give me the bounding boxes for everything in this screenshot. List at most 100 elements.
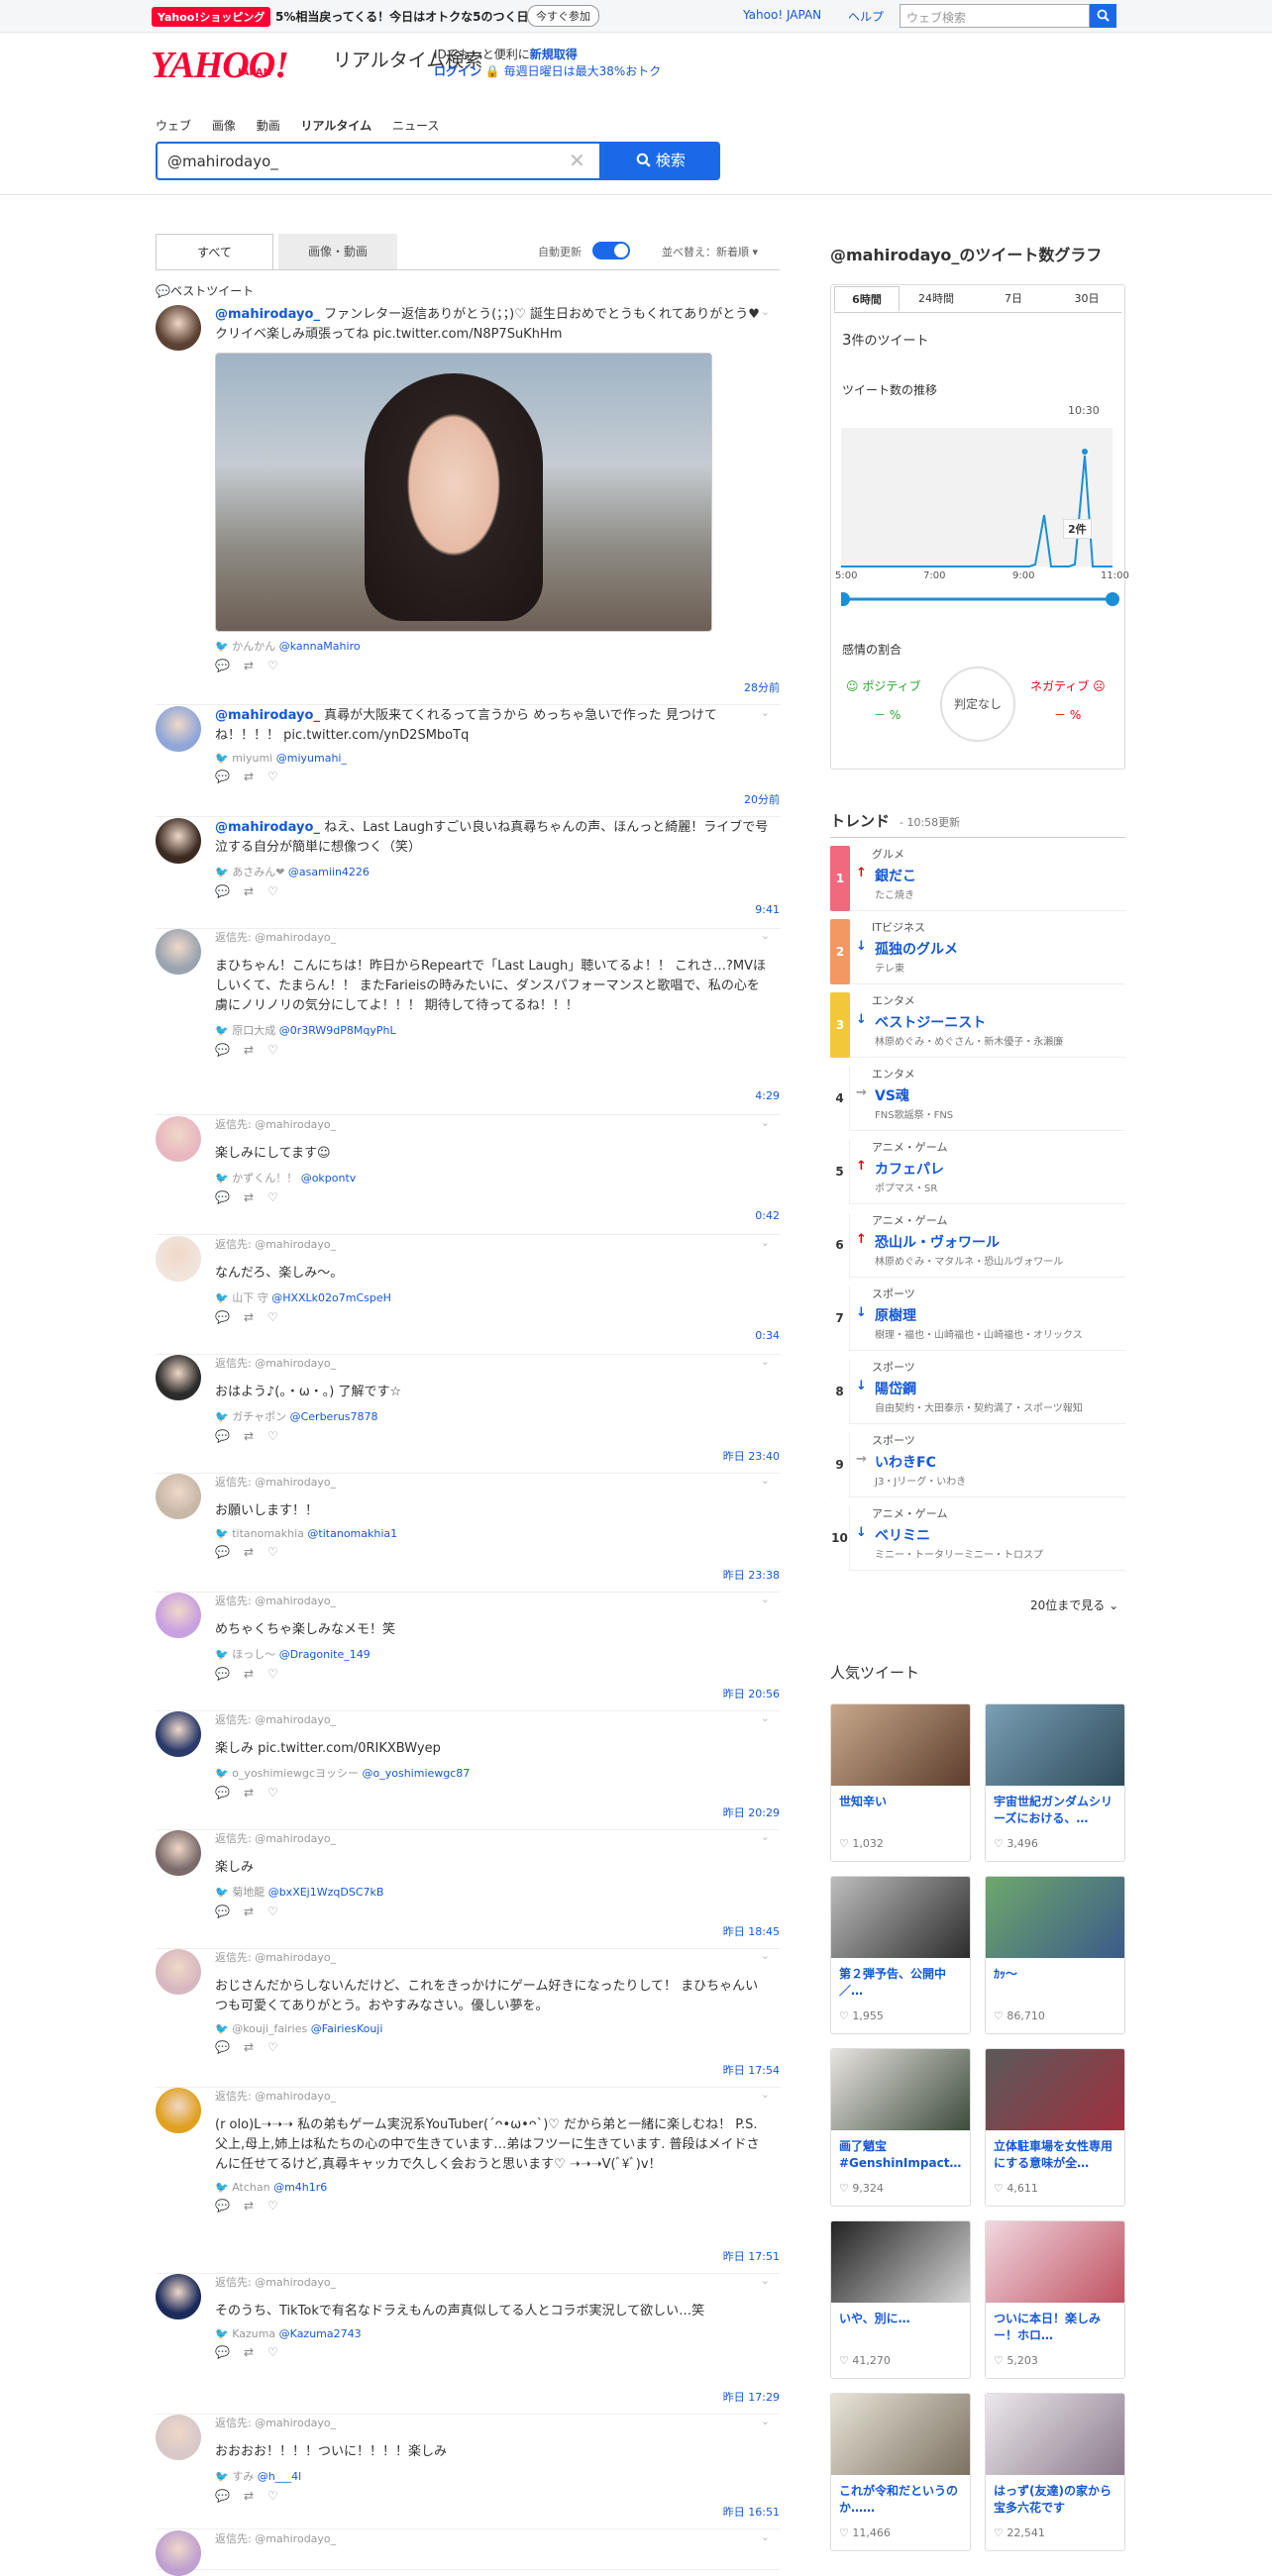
like-icon[interactable]: ♡ [267, 1190, 292, 1204]
tweet-time[interactable]: 9:41 [755, 903, 780, 916]
tweet-time[interactable]: 昨日 23:40 [723, 1448, 780, 1464]
chevron-down-icon[interactable]: ⌄ [761, 1593, 770, 1605]
tweet-time[interactable]: 昨日 20:29 [723, 1804, 780, 1820]
trend-name[interactable]: ベリミニ [875, 1525, 930, 1545]
author-handle[interactable]: @o_yoshimiewgc87 [363, 1767, 471, 1780]
tweet-time[interactable]: 20分前 [744, 791, 780, 807]
tweet-item[interactable]: @mahirodayo_ ねえ、Last Laughすごい良いね真尋ちゃんの声、… [156, 818, 780, 929]
reply-to[interactable]: 返信先: @mahirodayo_ [215, 2088, 770, 2104]
author-handle[interactable]: @miyumahi_ [276, 752, 347, 765]
author-handle[interactable]: @okpontv [301, 1172, 357, 1185]
like-icon[interactable]: ♡ [267, 2040, 292, 2054]
trend-name[interactable]: 原樹理 [875, 1305, 916, 1325]
tab-video[interactable]: 動画 [257, 119, 280, 133]
reply-icon[interactable]: 💬 [215, 770, 244, 783]
chevron-down-icon[interactable]: ⌄ [761, 2274, 770, 2287]
tweet-item[interactable]: 返信先: @mahirodayo_ なんだろ、楽しみ〜。 🐦 山下 守 @HXXLk… [156, 1236, 780, 1355]
retweet-icon[interactable]: ⇄ [244, 1429, 267, 1443]
tweet-item[interactable]: 返信先: @mahirodayo_ お願いします！！ 🐦 titanomakhia … [156, 1474, 780, 1593]
trend-item[interactable]: 7 スポーツ ↓ 原樹理 樹理・福也・山崎福也・山崎福也・オリックス [830, 1278, 1125, 1351]
tweet-time[interactable]: 0:42 [755, 1209, 780, 1222]
author-name[interactable]: miyumi [232, 752, 276, 765]
avatar[interactable] [156, 305, 201, 351]
reply-icon[interactable]: 💬 [215, 1190, 244, 1204]
reply-to[interactable]: 返信先: @mahirodayo_ [215, 1474, 770, 1490]
mention-link[interactable]: @mahirodayo_ [215, 820, 320, 835]
like-icon[interactable]: ♡ [267, 2199, 292, 2213]
reply-to[interactable]: 返信先: @mahirodayo_ [215, 1711, 770, 1727]
tweet-item[interactable]: @mahirodayo_ ファンレター返信ありがとう(；；)♡ 誕生日おめでとう… [156, 305, 780, 705]
trend-item[interactable]: 10 アニメ・ゲーム ↓ ベリミニ ミニー・トータリーミニー・トロスプ [830, 1497, 1125, 1571]
reply-to[interactable]: 返信先: @mahirodayo_ [215, 929, 770, 945]
sort-dropdown[interactable]: 並べ替え：新着順 ▾ [662, 244, 758, 259]
trend-item[interactable]: 9 スポーツ → いわきFC J3・Jリーグ・いわき [830, 1424, 1125, 1497]
popular-tweet-image[interactable] [986, 1877, 1124, 1958]
trend-name[interactable]: いわきFC [875, 1452, 936, 1472]
reply-icon[interactable]: 💬 [215, 1429, 244, 1443]
tweet-photo[interactable] [215, 353, 712, 632]
popular-tweet-card[interactable]: 世知辛い ♡ 1,032 [830, 1703, 971, 1862]
tweet-item[interactable]: 返信先: @mahirodayo_ まひちゃん！こんにちは！昨日からRepeart… [156, 929, 780, 1115]
avatar[interactable] [156, 1949, 201, 1995]
like-icon[interactable]: ♡ [267, 1786, 292, 1800]
chevron-down-icon[interactable]: ⌄ [761, 1116, 770, 1129]
reply-icon[interactable]: 💬 [215, 2345, 244, 2359]
author-handle[interactable]: @titanomakhia1 [307, 1527, 397, 1540]
reply-to[interactable]: 返信先: @mahirodayo_ [215, 2274, 770, 2290]
popular-tweet-image[interactable] [831, 1877, 970, 1958]
trend-item[interactable]: 2 ITビジネス ↓ 孤独のグルメ テレ東 [830, 911, 1125, 984]
author-handle[interactable]: @h___4l [258, 2470, 302, 2483]
avatar[interactable] [156, 1355, 201, 1400]
chevron-down-icon[interactable]: ⌄ [761, 1236, 770, 1249]
popular-tweet-card[interactable]: 第２弾予告、公開中／… ♡ 1,955 [830, 1876, 971, 2034]
register-link[interactable]: 新規取得 [530, 48, 578, 61]
retweet-icon[interactable]: ⇄ [244, 770, 267, 783]
chevron-down-icon[interactable]: ⌄ [761, 706, 770, 719]
login-link[interactable]: ログイン [434, 64, 481, 78]
chevron-down-icon[interactable]: ⌄ [761, 1474, 770, 1487]
author-name[interactable]: titanomakhia [232, 1527, 307, 1540]
retweet-icon[interactable]: ⇄ [244, 1667, 267, 1681]
author-handle[interactable]: @asamiin4226 [288, 866, 370, 878]
tweet-item[interactable]: 返信先: @mahirodayo_ めちゃくちゃ楽しみなメモ！笑 🐦 ほっし～ @D… [156, 1593, 780, 1711]
tweet-item[interactable]: 返信先: @mahirodayo_ そのうち、TikTokで有名なドラえもんの声真… [156, 2274, 780, 2415]
clear-icon[interactable]: ✕ [569, 149, 585, 172]
tweet-item[interactable]: 返信先: @mahirodayo_ (r olo)L➝➝➝ 私の弟もゲーム実況系Y… [156, 2088, 780, 2274]
chevron-down-icon[interactable]: ⌄ [761, 929, 770, 942]
popular-tweet-text[interactable]: 宇宙世紀ガンダムシリーズにおける、… [994, 1794, 1120, 1827]
popular-tweet-text[interactable]: ついに本日！楽しみー！ホロ… [994, 2311, 1120, 2344]
author-name[interactable]: 山下 守 [232, 1291, 271, 1304]
avatar[interactable] [156, 706, 201, 752]
like-icon[interactable]: ♡ [267, 1043, 292, 1057]
reply-to[interactable]: 返信先: @mahirodayo_ [215, 1830, 770, 1846]
tweet-time[interactable]: 昨日 17:29 [723, 2389, 780, 2405]
popular-tweet-image[interactable] [986, 1704, 1124, 1786]
shopping-promo[interactable]: 5%相当戻ってくる！今日はオトクな5のつく日 [275, 8, 529, 25]
popular-tweet-image[interactable] [831, 1704, 970, 1786]
graph-tab-6h[interactable]: 6時間 [834, 286, 900, 312]
popular-tweet-image[interactable] [831, 2049, 970, 2130]
tab-images[interactable]: 画像 [212, 119, 236, 133]
search-input[interactable]: @mahirodayo_ [156, 142, 601, 180]
like-icon[interactable]: ♡ [267, 1545, 292, 1559]
graph-tab-24h[interactable]: 24時間 [903, 286, 969, 312]
author-name[interactable]: 菊地龍 [232, 1886, 268, 1899]
avatar[interactable] [156, 1830, 201, 1876]
trend-item[interactable]: 8 スポーツ ↓ 陽岱鋼 自由契約・大田泰示・契約満了・スポーツ報知 [830, 1351, 1125, 1424]
avatar[interactable] [156, 1474, 201, 1519]
chevron-down-icon[interactable]: ⌄ [761, 2088, 770, 2101]
tweet-time[interactable]: 昨日 20:56 [723, 1686, 780, 1701]
retweet-icon[interactable]: ⇄ [244, 1043, 267, 1057]
reply-icon[interactable]: 💬 [215, 1786, 244, 1800]
tweet-item[interactable]: 返信先: @mahirodayo_ おはよう♪(。・ω・。) 了解です☆ 🐦 ガチャ… [156, 1355, 780, 1474]
reply-icon[interactable]: 💬 [215, 1667, 244, 1681]
tweet-item[interactable]: 返信先: @mahirodayo_ 楽しみ 🐦 菊地龍 @bxXEj1WzqDSC7… [156, 1830, 780, 1949]
chevron-down-icon[interactable]: ⌄ [761, 1711, 770, 1724]
popular-tweet-text[interactable]: 画了魈宝 #GenshinImpact… [839, 2138, 966, 2172]
tweet-time[interactable]: 0:34 [755, 1329, 780, 1342]
popular-tweet-text[interactable]: 世知辛い [839, 1794, 966, 1810]
author-name[interactable]: かずくん！！ [232, 1172, 301, 1185]
join-button[interactable]: 今すぐ参加 [527, 5, 599, 27]
trend-name[interactable]: VS魂 [875, 1085, 909, 1105]
retweet-icon[interactable]: ⇄ [244, 2199, 267, 2213]
